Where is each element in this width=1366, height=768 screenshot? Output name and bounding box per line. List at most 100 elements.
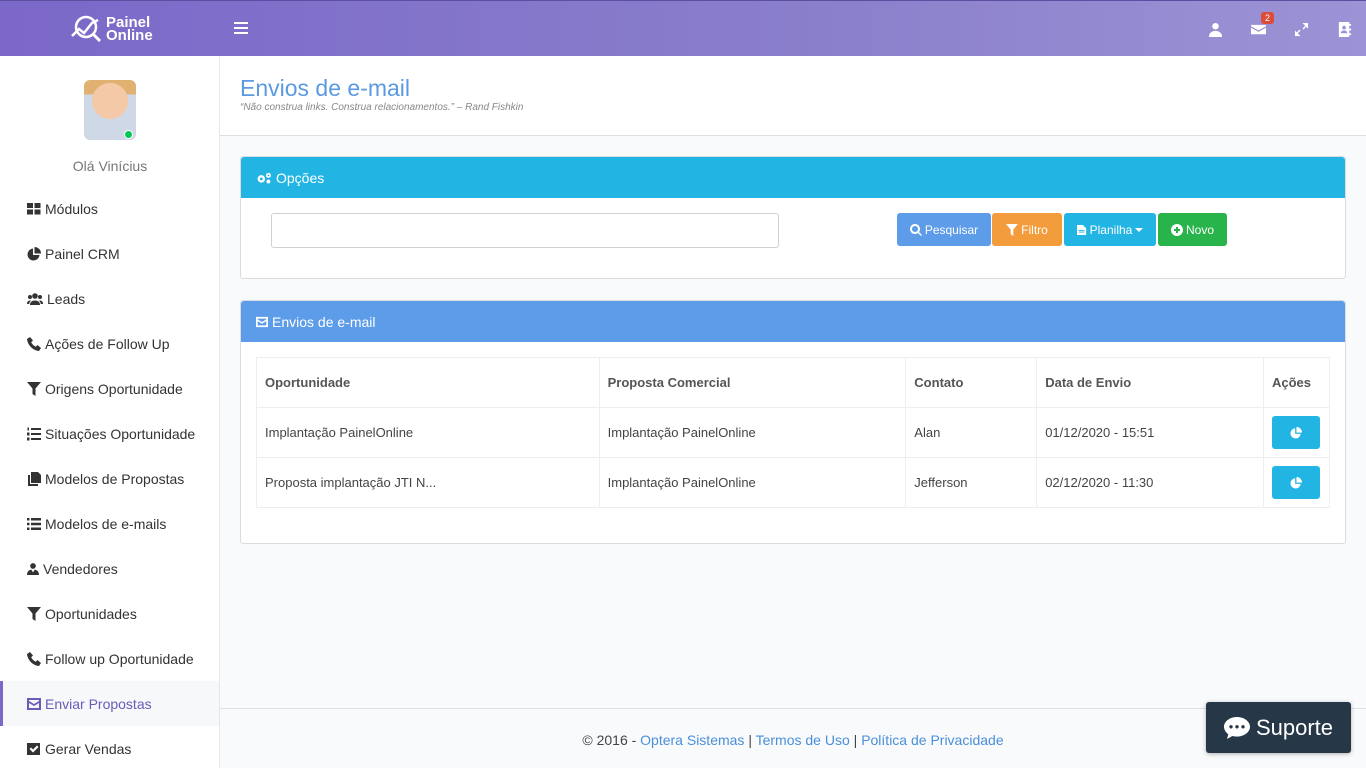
sidebar-item-label: Situações Oportunidade <box>45 425 196 442</box>
phone-icon <box>27 336 41 351</box>
table-row: Proposta implantação JTI N... Implantaçã… <box>256 457 1331 508</box>
filter-icon <box>1006 223 1019 236</box>
column-header-proposta-comercial[interactable]: Proposta Comercial <box>598 357 907 408</box>
support-chat-button[interactable]: Suporte <box>1206 702 1351 753</box>
cell-date: 01/12/2020 - 15:51 <box>1036 407 1264 458</box>
sidebar-item-gerar-vendas[interactable]: Gerar Vendas <box>0 726 219 768</box>
sidebar-item-origens-oportunidade[interactable]: Origens Oportunidade <box>0 366 219 411</box>
pie-chart-icon <box>1290 476 1302 489</box>
footer-copyright: © 2016 - <box>582 732 641 748</box>
sidebar-item-label: Origens Oportunidade <box>45 380 183 397</box>
user-button[interactable] <box>1194 1 1237 57</box>
user-icon <box>1208 22 1223 37</box>
menu-bar-icon <box>234 32 248 34</box>
table-header-row: Oportunidade Proposta Comercial Contato … <box>256 357 1331 408</box>
cell-proposal: Implantação PainelOnline <box>598 407 907 458</box>
footer-privacy-link[interactable]: Política de Privacidade <box>861 732 1003 748</box>
sidebar-item-oportunidades[interactable]: Oportunidades <box>0 591 219 636</box>
pie-chart-icon <box>1290 426 1302 439</box>
chat-bubble-icon <box>1223 716 1250 739</box>
contacts-button[interactable] <box>1323 1 1366 57</box>
sidebar-item-label: Oportunidades <box>45 605 137 622</box>
fullscreen-button[interactable] <box>1280 1 1323 57</box>
sidebar-item-modulos[interactable]: Módulos <box>0 186 219 231</box>
page-title: Envios de e-mail <box>240 75 411 101</box>
filter-icon <box>27 381 41 396</box>
new-button[interactable]: Novo <box>1158 213 1227 246</box>
sidebar-item-follow-up-oportunidade[interactable]: Follow up Oportunidade <box>0 636 219 681</box>
logo-line2: Online <box>106 27 153 44</box>
search-button[interactable]: Pesquisar <box>897 213 991 246</box>
footer-terms-link[interactable]: Termos de Uso <box>756 732 850 748</box>
spreadsheet-dropdown-button[interactable]: Planilha <box>1064 213 1156 246</box>
menu-bar-icon <box>234 27 248 29</box>
file-icon <box>1076 224 1086 235</box>
user-avatar[interactable] <box>84 80 136 142</box>
sidebar-item-modelos-de-propostas[interactable]: Modelos de Propostas <box>0 456 219 501</box>
pie-chart-icon <box>27 246 41 260</box>
cell-opportunity: Implantação PainelOnline <box>256 407 600 458</box>
sidebar-item-modelos-de-emails[interactable]: Modelos de e-mails <box>0 501 219 546</box>
footer-separator: | <box>744 732 756 748</box>
envelope-square-icon <box>27 697 41 710</box>
new-button-label: Novo <box>1185 222 1214 237</box>
cell-proposal: Implantação PainelOnline <box>598 457 907 508</box>
sidebar-item-vendedores[interactable]: Vendedores <box>0 546 219 591</box>
sidebar-item-label: Follow up Oportunidade <box>45 650 194 667</box>
cell-actions <box>1262 407 1331 458</box>
list-ol-icon <box>27 427 41 440</box>
column-header-oportunidade[interactable]: Oportunidade <box>256 357 600 408</box>
spreadsheet-button-label: Planilha <box>1089 222 1133 237</box>
search-input[interactable] <box>271 213 779 248</box>
plus-circle-icon <box>1170 223 1183 236</box>
expand-icon <box>1294 22 1309 36</box>
notification-badge: 2 <box>1260 12 1274 24</box>
cell-opportunity: Proposta implantação JTI N... <box>256 457 600 508</box>
email-sends-panel-title: Envios de e-mail <box>272 313 376 330</box>
sidebar-item-leads[interactable]: Leads <box>0 276 219 321</box>
online-status-icon <box>124 130 133 139</box>
users-icon <box>27 292 43 305</box>
sidebar-item-label: Ações de Follow Up <box>45 335 170 352</box>
messages-button[interactable]: 2 <box>1237 1 1280 57</box>
sidebar-item-label: Módulos <box>45 200 98 217</box>
sidebar-item-enviar-propostas[interactable]: Enviar Propostas <box>0 681 219 726</box>
logo[interactable]: Painel Online <box>66 12 153 46</box>
column-header-contato[interactable]: Contato <box>905 357 1038 408</box>
sidebar-item-label: Modelos de e-mails <box>45 515 167 532</box>
table-row: Implantação PainelOnline Implantação Pai… <box>256 407 1331 458</box>
sidebar-item-painel-crm[interactable]: Painel CRM <box>0 231 219 276</box>
cell-contact: Jefferson <box>905 457 1038 508</box>
email-sends-panel-header: Envios de e-mail <box>241 301 1345 342</box>
sidebar-item-label: Modelos de Propostas <box>45 470 185 487</box>
sidebar-item-label: Gerar Vendas <box>45 740 132 757</box>
grid-icon <box>27 202 41 214</box>
check-square-icon <box>27 742 40 755</box>
sidebar-item-label: Vendedores <box>43 560 118 577</box>
logo-text: Painel Online <box>106 15 153 44</box>
stats-button[interactable] <box>1271 416 1320 449</box>
sidebar-item-acoes-follow-up[interactable]: Ações de Follow Up <box>0 321 219 366</box>
sidebar-item-label: Painel CRM <box>45 245 120 262</box>
filter-button-label: Filtro <box>1021 222 1048 237</box>
support-label: Suporte <box>1255 714 1334 740</box>
cogs-icon <box>257 172 271 184</box>
search-button-label: Pesquisar <box>924 222 979 237</box>
stats-button[interactable] <box>1271 466 1320 499</box>
menu-toggle-button[interactable] <box>234 19 248 39</box>
address-book-icon <box>1338 21 1352 37</box>
files-icon <box>28 471 41 486</box>
sidebar-menu: Módulos Painel CRM Leads Ações de Follow… <box>0 186 219 768</box>
menu-bar-icon <box>234 22 248 24</box>
phone-icon <box>27 651 41 666</box>
footer-company-link[interactable]: Optera Sistemas <box>640 732 744 748</box>
sidebar-item-situacoes-oportunidade[interactable]: Situações Oportunidade <box>0 411 219 456</box>
filter-button[interactable]: Filtro <box>992 213 1062 246</box>
column-header-data-de-envio[interactable]: Data de Envio <box>1036 357 1264 408</box>
cell-actions <box>1262 457 1331 508</box>
caret-down-icon <box>1135 227 1144 232</box>
search-icon <box>909 223 922 236</box>
column-header-acoes: Ações <box>1262 357 1331 408</box>
email-sends-table: Oportunidade Proposta Comercial Contato … <box>256 357 1331 508</box>
top-icon-group: 2 <box>1194 1 1366 57</box>
